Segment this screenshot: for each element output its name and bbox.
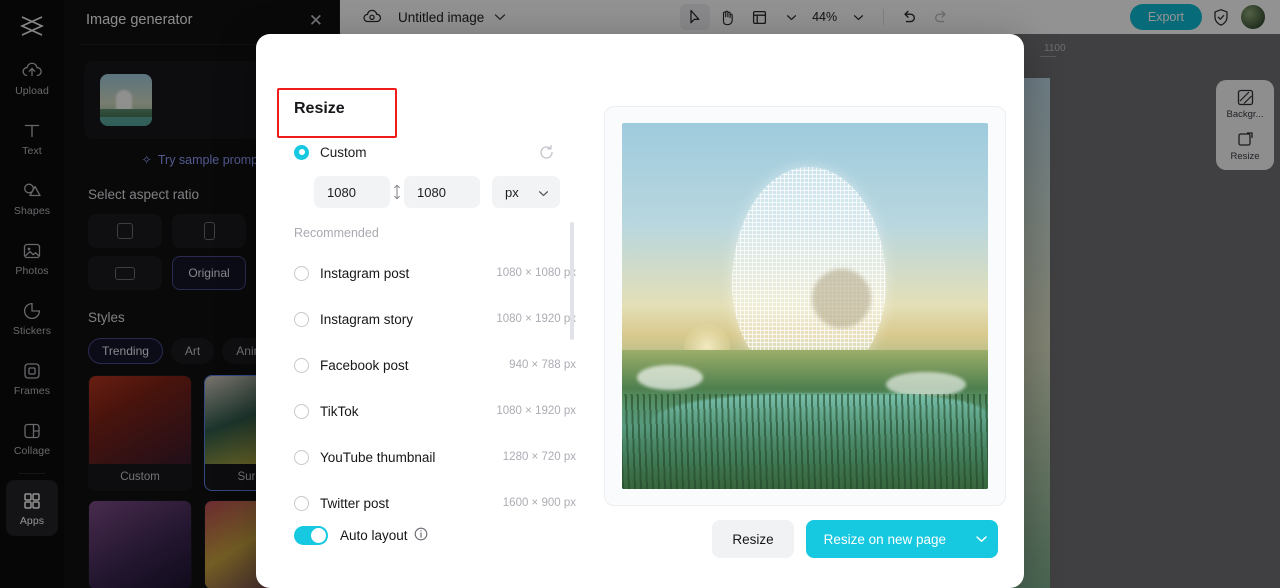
preset-size: 940 × 788 px (509, 359, 576, 371)
preset-name: Facebook post (320, 358, 409, 373)
preset-list[interactable]: Recommended Instagram post 1080 × 1080 p… (294, 216, 576, 538)
chevron-down-icon (538, 185, 549, 200)
link-dimensions-icon[interactable] (390, 184, 404, 200)
foreground-grass (622, 394, 988, 489)
resize-on-new-page-group: Resize on new page (806, 520, 998, 558)
modal-title: Resize (294, 100, 345, 118)
preset-name: Instagram story (320, 312, 413, 327)
resize-modal: Resize Custom px (256, 34, 1024, 588)
auto-layout-row: Auto layout (294, 526, 428, 545)
snow-patch-left (637, 365, 703, 391)
modal-footer: Auto layout Resize Resize on new page (256, 512, 1024, 588)
preview-image (622, 123, 988, 489)
unit-select[interactable]: px (492, 176, 560, 208)
preset-youtube-thumbnail[interactable]: YouTube thumbnail 1280 × 720 px (294, 434, 576, 480)
preset-list-scrollbar[interactable] (570, 222, 574, 340)
height-input[interactable] (404, 176, 480, 208)
custom-label: Custom (320, 145, 367, 160)
radio-preset[interactable] (294, 312, 309, 327)
radio-preset[interactable] (294, 266, 309, 281)
preset-size: 1080 × 1080 px (496, 267, 576, 279)
preset-size: 1080 × 1920 px (496, 405, 576, 417)
preset-instagram-post[interactable]: Instagram post 1080 × 1080 px (294, 250, 576, 296)
preset-facebook-post[interactable]: Facebook post 940 × 788 px (294, 342, 576, 388)
radio-custom[interactable] (294, 145, 309, 160)
recommended-label: Recommended (294, 226, 379, 240)
resize-on-new-page-button[interactable]: Resize on new page (806, 520, 964, 558)
preset-size: 1600 × 900 px (503, 497, 576, 509)
custom-size-option[interactable]: Custom (294, 139, 556, 165)
width-input[interactable] (314, 176, 390, 208)
preset-size: 1080 × 1920 px (496, 313, 576, 325)
radio-preset[interactable] (294, 450, 309, 465)
preset-name: YouTube thumbnail (320, 450, 435, 465)
preset-name: TikTok (320, 404, 359, 419)
chevron-down-icon[interactable] (964, 520, 998, 558)
radio-preset[interactable] (294, 358, 309, 373)
unit-value: px (505, 185, 519, 200)
radio-preset[interactable] (294, 496, 309, 511)
wireframe-sculpture (732, 167, 886, 379)
modal-action-buttons: Resize Resize on new page (712, 520, 998, 558)
info-circle-icon[interactable] (414, 527, 428, 544)
preset-name: Twitter post (320, 496, 389, 511)
auto-layout-toggle[interactable] (294, 526, 328, 545)
preset-size: 1280 × 720 px (503, 451, 576, 463)
app-root: Upload Text Shapes (0, 0, 1280, 588)
radio-preset[interactable] (294, 404, 309, 419)
preset-tiktok[interactable]: TikTok 1080 × 1920 px (294, 388, 576, 434)
dimension-inputs: px (314, 176, 560, 208)
reset-refresh-icon[interactable] (538, 144, 555, 166)
sculpture-eye (812, 269, 871, 328)
auto-layout-label: Auto layout (340, 528, 408, 543)
preset-name: Instagram post (320, 266, 409, 281)
resize-preview-panel (604, 106, 1006, 506)
resize-button[interactable]: Resize (712, 520, 793, 558)
preset-instagram-story[interactable]: Instagram story 1080 × 1920 px (294, 296, 576, 342)
